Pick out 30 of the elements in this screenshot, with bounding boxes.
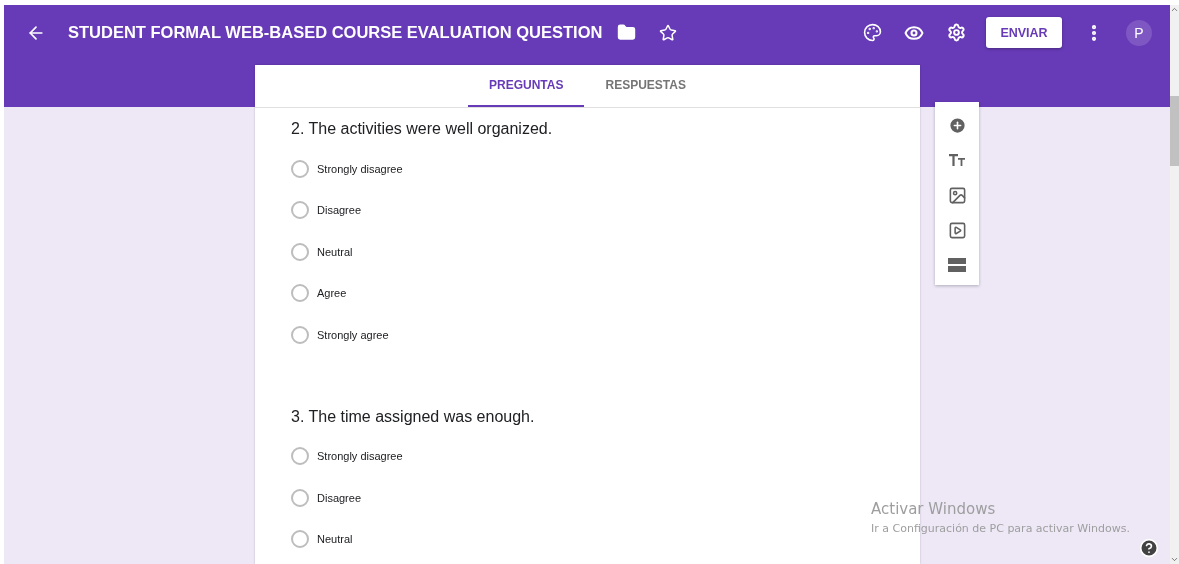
- radio-button[interactable]: [291, 201, 309, 220]
- radio-button[interactable]: [291, 242, 309, 261]
- tab[interactable]: RESPUESTAS: [584, 65, 707, 107]
- radio-button[interactable]: [291, 488, 309, 507]
- radio-button[interactable]: [291, 284, 309, 303]
- tab[interactable]: PREGUNTAS: [468, 65, 585, 107]
- radio-button[interactable]: [291, 530, 309, 549]
- form-title: STUDENT FORMAL WEB-BASED COURSE EVALUATION QUESTION: [68, 23, 603, 42]
- option-label: Disagree: [317, 204, 362, 217]
- send-button[interactable]: ENVIAR: [986, 17, 1062, 48]
- scrollbar-thumb[interactable]: [1170, 96, 1179, 166]
- option-label: Disagree: [317, 491, 362, 504]
- scroll-down-icon[interactable]: [1170, 555, 1179, 564]
- activation-title: Activar Windows: [871, 500, 997, 518]
- scroll-up-icon[interactable]: [1170, 5, 1179, 14]
- radio-button[interactable]: [291, 159, 309, 178]
- scrollbar[interactable]: [1170, 5, 1179, 564]
- activation-message: Ir a Configuración de PC para activar Windows.: [871, 522, 1130, 535]
- option-label: Neutral: [317, 533, 353, 546]
- option-label: Strongly disagree: [317, 450, 403, 463]
- option-label: Strongly agree: [317, 328, 389, 341]
- radio-button[interactable]: [291, 447, 309, 466]
- option-label: Agree: [317, 287, 347, 300]
- question-title: 3. The time assigned was enough.: [291, 406, 536, 427]
- question-title: 2. The activities were well organized.: [291, 119, 554, 139]
- help-icon[interactable]: [1139, 538, 1159, 558]
- option-label: Strongly disagree: [317, 162, 403, 175]
- account-avatar[interactable]: P: [1126, 19, 1152, 46]
- radio-button[interactable]: [291, 325, 309, 344]
- option-label: Neutral: [317, 245, 353, 258]
